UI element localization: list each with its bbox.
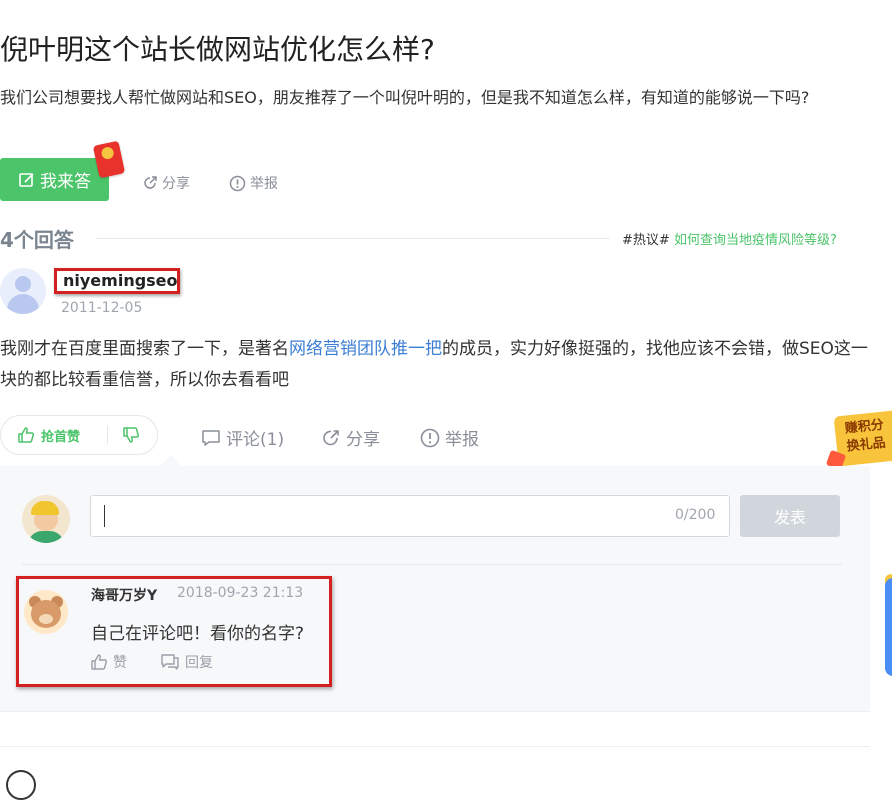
upvote-button[interactable]: 抢首赞 [1, 426, 107, 445]
thumbs-up-icon [17, 426, 35, 444]
char-counter: 0/200 [675, 507, 716, 523]
comment-button[interactable]: 评论(1) [201, 425, 284, 450]
upvote-label: 抢首赞 [41, 429, 81, 445]
question-share-button[interactable]: 分享 [142, 173, 190, 193]
publish-button[interactable]: 发表 [740, 495, 840, 537]
divider [96, 238, 610, 239]
text-caret [104, 505, 105, 527]
question-share-label: 分享 [162, 176, 190, 192]
hot-topic-link[interactable]: 如何查询当地疫情风险等级? [674, 233, 837, 248]
next-avatar [6, 770, 36, 800]
comment-input[interactable] [90, 495, 730, 537]
answer-report-label: 举报 [445, 430, 479, 450]
report-icon [420, 428, 440, 448]
panel-pointer [160, 455, 182, 466]
divider [0, 746, 870, 747]
answer-report-button[interactable]: 举报 [420, 425, 479, 450]
vote-control: 抢首赞 [0, 415, 158, 455]
red-packet-icon [92, 140, 126, 179]
side-widget[interactable] [885, 578, 892, 676]
question-report-label: 举报 [250, 176, 278, 192]
question-description: 我们公司想要找人帮忙做网站和SEO，朋友推荐了一个叫倪叶明的，但是我不知道怎么样… [0, 88, 810, 107]
answer-text-start: 我刚才在百度里面搜索了一下，是著名 [0, 339, 289, 359]
downvote-button[interactable] [108, 426, 140, 444]
report-icon [229, 175, 246, 192]
answer-content: 我刚才在百度里面搜索了一下，是著名网络营销团队推一把的成员，实力好像挺强的，找他… [0, 334, 870, 396]
answer-inline-link[interactable]: 网络营销团队推一把 [289, 339, 442, 359]
current-user-avatar [22, 495, 70, 543]
answer-share-label: 分享 [346, 430, 380, 450]
share-icon [142, 175, 158, 191]
question-report-button[interactable]: 举报 [229, 173, 278, 193]
question-title: 倪叶明这个站长做网站优化怎么样? [0, 33, 435, 66]
comment-highlight-box [16, 576, 332, 687]
share-icon [321, 428, 341, 448]
hot-tag: #热议# [622, 233, 670, 248]
hot-topic[interactable]: #热议# 如何查询当地疫情风险等级? [622, 229, 837, 248]
answer-count: 4个回答 [0, 228, 74, 252]
answer-username[interactable]: niyemingseo [63, 271, 178, 290]
answer-date: 2011-12-05 [61, 300, 143, 316]
answer-button-label: 我来答 [40, 172, 91, 192]
answer-share-button[interactable]: 分享 [321, 425, 380, 450]
comment-icon [201, 429, 221, 447]
avatar[interactable] [0, 268, 46, 314]
answer-button[interactable]: 我来答 [0, 158, 109, 201]
edit-icon [18, 171, 36, 189]
comment-button-label: 评论(1) [226, 430, 285, 450]
thumbs-down-icon [122, 426, 140, 444]
divider [22, 564, 842, 565]
